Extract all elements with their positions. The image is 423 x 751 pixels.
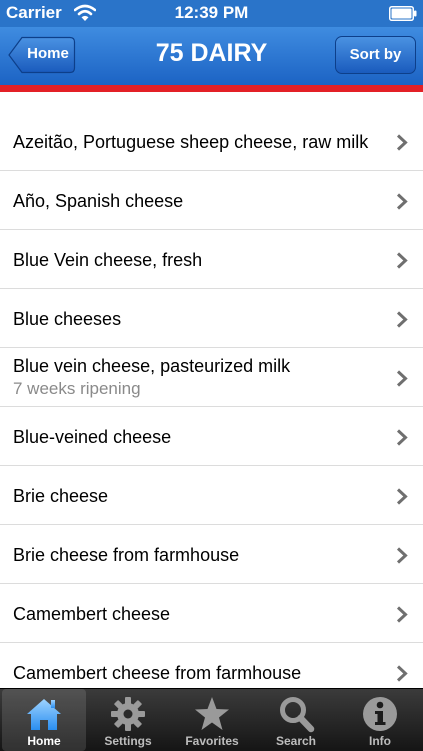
list-item[interactable]: Azeitão, Portuguese sheep cheese, raw mi… <box>0 112 423 171</box>
chevron-right-icon <box>396 488 408 505</box>
list-item[interactable]: Blue cheeses <box>0 289 423 348</box>
list-item-title: Brie cheese <box>13 486 109 506</box>
sort-by-button[interactable]: Sort by <box>335 36 416 74</box>
chevron-right-icon <box>396 252 408 269</box>
list-item[interactable]: Blue-veined cheese <box>0 407 423 466</box>
list-item[interactable]: Año, Spanish cheese <box>0 171 423 230</box>
chevron-right-icon <box>396 547 408 564</box>
tab-favorites[interactable]: Favorites <box>170 689 254 751</box>
list-item[interactable]: Blue Vein cheese, fresh <box>0 230 423 289</box>
chevron-right-icon <box>396 134 408 151</box>
chevron-right-icon <box>396 665 408 682</box>
status-bar: Carrier 12:39 PM <box>0 0 423 27</box>
tab-home-label: Home <box>27 734 61 748</box>
chevron-right-icon <box>396 606 408 623</box>
list-item-title: Camembert cheese <box>13 604 171 624</box>
list-item[interactable]: Blue vein cheese, pasteurized milk 7 wee… <box>0 348 423 407</box>
list-item-title: Camembert cheese from farmhouse <box>13 663 302 683</box>
list-item[interactable]: Camembert cheese from farmhouse <box>0 643 423 688</box>
navigation-bar: Home 75 DAIRY Sort by <box>0 27 423 85</box>
tab-search[interactable]: Search <box>254 689 338 751</box>
battery-icon <box>389 6 417 21</box>
header-accent-stripe <box>0 85 423 92</box>
tab-settings[interactable]: Settings <box>86 689 170 751</box>
house-icon <box>27 699 61 730</box>
list-item-title: Blue-veined cheese <box>13 427 172 447</box>
tab-search-label: Search <box>275 734 317 748</box>
list-item-title: Azeitão, Portuguese sheep cheese, raw mi… <box>13 132 369 152</box>
status-time: 12:39 PM <box>174 3 249 22</box>
tab-home[interactable]: Home <box>2 689 86 751</box>
list-item-title: Blue Vein cheese, fresh <box>13 250 203 270</box>
list-item[interactable]: Brie cheese <box>0 466 423 525</box>
list-item-title: Blue cheeses <box>13 309 122 329</box>
tab-info-label: Info <box>369 734 391 748</box>
list-item[interactable]: Camembert cheese <box>0 584 423 643</box>
star-icon <box>195 697 229 730</box>
chevron-right-icon <box>396 193 408 210</box>
chevron-right-icon <box>396 429 408 446</box>
tab-bar: Home Settings Favorites Search Info <box>0 688 423 751</box>
tab-settings-label: Settings <box>104 734 152 748</box>
chevron-right-icon <box>396 311 408 328</box>
magnifier-icon <box>280 697 315 733</box>
list-item[interactable]: Brie cheese from farmhouse <box>0 525 423 584</box>
food-list[interactable]: Azeitão, Portuguese sheep cheese, raw mi… <box>0 92 423 688</box>
info-icon <box>363 697 397 731</box>
sort-button-label: Sort by <box>349 46 402 63</box>
tab-favorites-label: Favorites <box>185 734 239 748</box>
list-item-title: Brie cheese from farmhouse <box>13 545 240 565</box>
gear-icon <box>111 697 145 731</box>
chevron-right-icon <box>396 370 408 387</box>
tab-info[interactable]: Info <box>338 689 422 751</box>
list-item-title: Año, Spanish cheese <box>13 191 184 211</box>
list-item-title: Blue vein cheese, pasteurized milk <box>13 356 291 376</box>
list-item-subtitle: 7 weeks ripening <box>13 379 141 398</box>
